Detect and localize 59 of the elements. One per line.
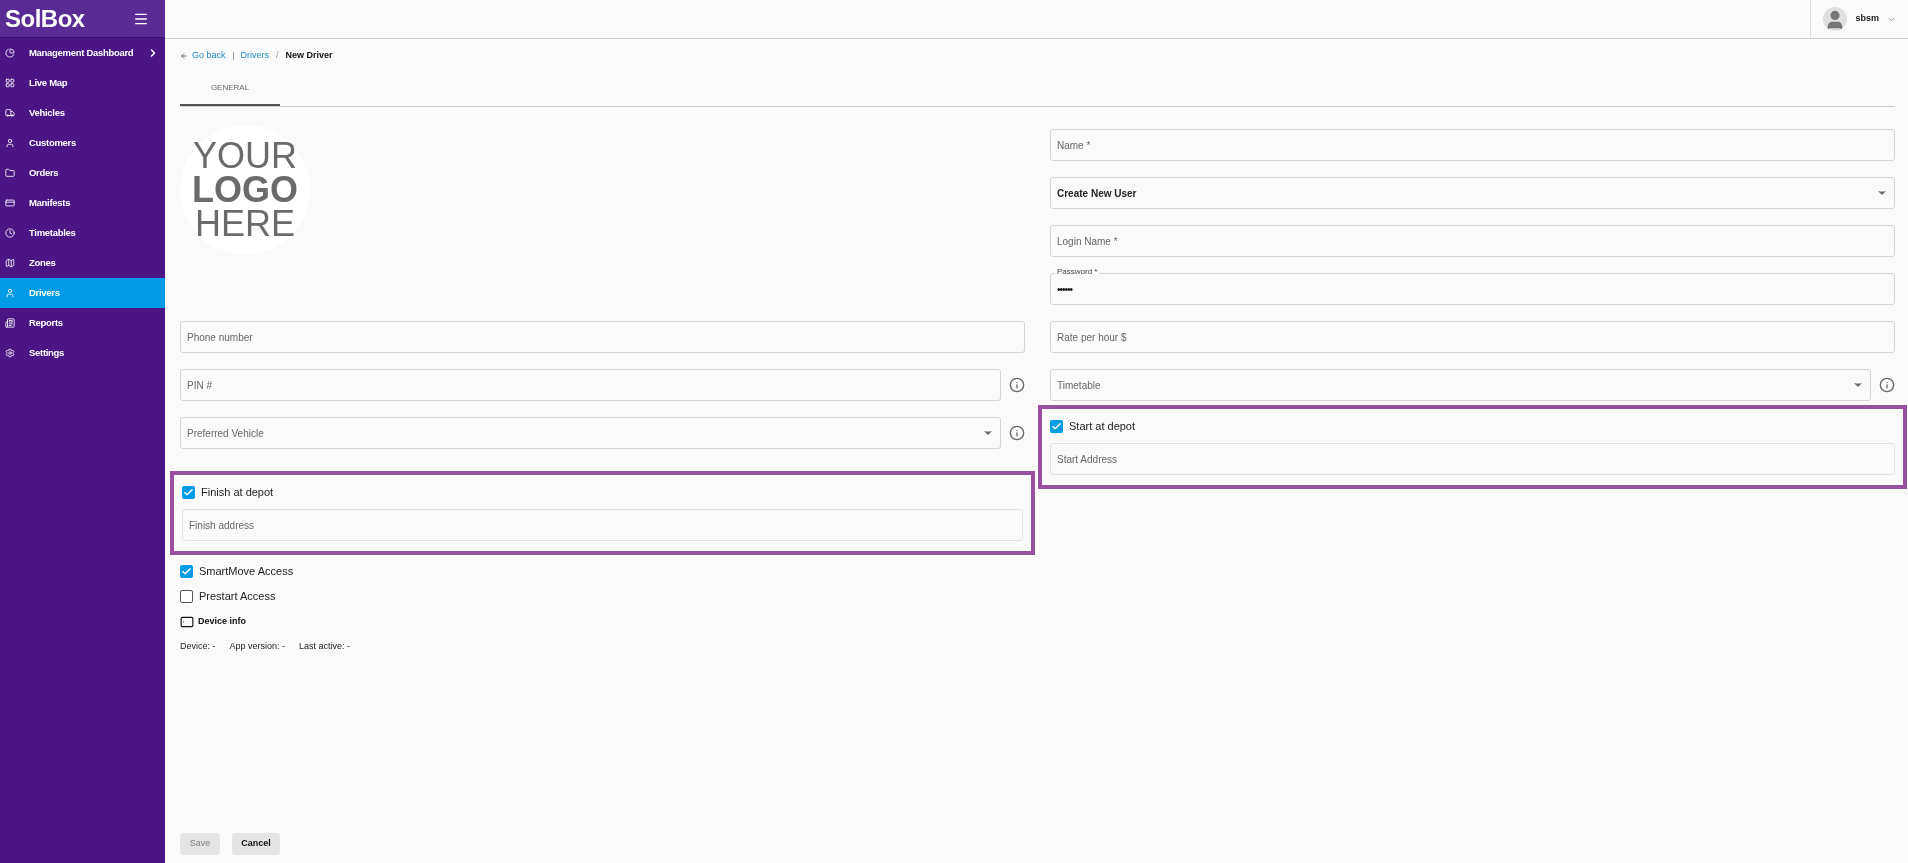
- clock-icon: [5, 228, 15, 238]
- text-field[interactable]: Login Name *: [1050, 225, 1895, 257]
- sidebar-item[interactable]: Manifests: [0, 188, 165, 218]
- avatar-icon: [1823, 7, 1848, 31]
- map-icon: [5, 258, 15, 268]
- checkbox[interactable]: [180, 565, 193, 578]
- breadcrumb-link[interactable]: Drivers: [240, 49, 270, 63]
- info-icon[interactable]: [1009, 377, 1025, 393]
- floating-label: Password *: [1055, 267, 1100, 277]
- select-field[interactable]: Create New User: [1050, 177, 1895, 209]
- info-icon[interactable]: [1009, 425, 1025, 441]
- person-icon: [5, 138, 15, 148]
- sidebar-item[interactable]: Customers: [0, 128, 165, 158]
- brand-logo: SolBox: [5, 3, 85, 34]
- address-field[interactable]: Finish address: [182, 509, 1023, 541]
- checkbox-label: SmartMove Access: [199, 564, 294, 580]
- sidebar-item[interactable]: Settings: [0, 338, 165, 368]
- device-detail: Last active: -: [299, 640, 351, 654]
- sidebar-item[interactable]: Live Map: [0, 68, 165, 98]
- card-icon: [5, 198, 15, 208]
- checkbox-label: Prestart Access: [199, 589, 276, 605]
- breadcrumb-separator: /: [276, 49, 279, 63]
- back-link[interactable]: Go back: [192, 49, 226, 63]
- sidebar-item[interactable]: Timetables: [0, 218, 165, 248]
- person-icon: [5, 288, 15, 298]
- settings-icon: [5, 348, 15, 358]
- device-icon: [180, 614, 194, 629]
- breadcrumb-current: New Driver: [285, 49, 333, 63]
- checkbox-label: Finish at depot: [201, 484, 274, 500]
- sidebar-item[interactable]: Reports: [0, 308, 165, 338]
- text-field[interactable]: Phone number: [180, 321, 1025, 353]
- tab[interactable]: GENERAL: [180, 80, 280, 106]
- sidebar-item[interactable]: Orders: [0, 158, 165, 188]
- text-field[interactable]: PIN #: [180, 369, 1001, 401]
- checkbox[interactable]: [1050, 419, 1063, 433]
- text-field[interactable]: Name *: [1050, 129, 1895, 161]
- sidebar-item[interactable]: Zones: [0, 248, 165, 278]
- address-field[interactable]: Start Address: [1050, 443, 1895, 475]
- checkbox[interactable]: [180, 590, 193, 603]
- sidebar-item[interactable]: Management Dashboard: [0, 38, 165, 68]
- select-field[interactable]: Timetable: [1050, 369, 1871, 401]
- section-title: Device info: [198, 614, 246, 628]
- select-field[interactable]: Preferred Vehicle: [180, 417, 1001, 449]
- checkbox-label: Start at depot: [1069, 418, 1136, 434]
- sidebar-item[interactable]: Vehicles: [0, 98, 165, 128]
- report-icon: [5, 318, 15, 328]
- info-icon[interactable]: [1879, 377, 1895, 393]
- text-field[interactable]: Rate per hour $: [1050, 321, 1895, 353]
- cancel-button[interactable]: Cancel: [232, 833, 280, 855]
- logo-placeholder-text: YOUR LOGO HERE: [192, 138, 298, 242]
- checkbox[interactable]: [182, 485, 195, 499]
- grid-icon: [5, 78, 15, 88]
- device-detail: App version: -: [229, 640, 286, 654]
- back-arrow-icon[interactable]: [180, 52, 188, 60]
- user-menu[interactable]: sbsm: [1810, 0, 1908, 38]
- folder-icon: [5, 168, 15, 178]
- pie-chart-icon: [5, 48, 15, 58]
- device-detail: Device: -: [180, 640, 216, 654]
- truck-icon: [5, 108, 15, 118]
